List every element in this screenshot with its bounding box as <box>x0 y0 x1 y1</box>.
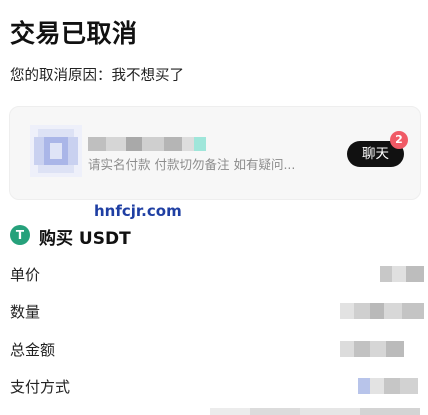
merchant-name-blurred <box>88 137 212 151</box>
watermark-text: hnfcjr.com <box>94 202 182 220</box>
unread-badge: 2 <box>390 131 408 149</box>
payment-method-value-blurred <box>358 378 418 394</box>
page-title: 交易已取消 <box>10 19 138 48</box>
unit-price-value-blurred <box>380 266 424 282</box>
cancel-reason: 您的取消原因：我不想买了 <box>10 68 184 84</box>
tether-icon: T <box>10 225 30 245</box>
row-label-total-amount: 总金额 <box>10 341 56 359</box>
bottom-value-blurred <box>210 408 420 415</box>
merchant-avatar <box>30 125 82 177</box>
row-label-payment-method: 支付方式 <box>10 378 71 396</box>
quantity-value-blurred <box>340 303 424 319</box>
message-preview: 请实名付款 付款切勿备注 如有疑问... <box>88 157 296 172</box>
order-title: 购买 USDT <box>39 229 131 249</box>
row-label-unit-price: 单价 <box>10 266 41 284</box>
row-label-quantity: 数量 <box>10 303 41 321</box>
total-amount-value-blurred <box>340 341 404 357</box>
merchant-card[interactable]: 请实名付款 付款切勿备注 如有疑问... 聊天 2 <box>9 106 421 200</box>
